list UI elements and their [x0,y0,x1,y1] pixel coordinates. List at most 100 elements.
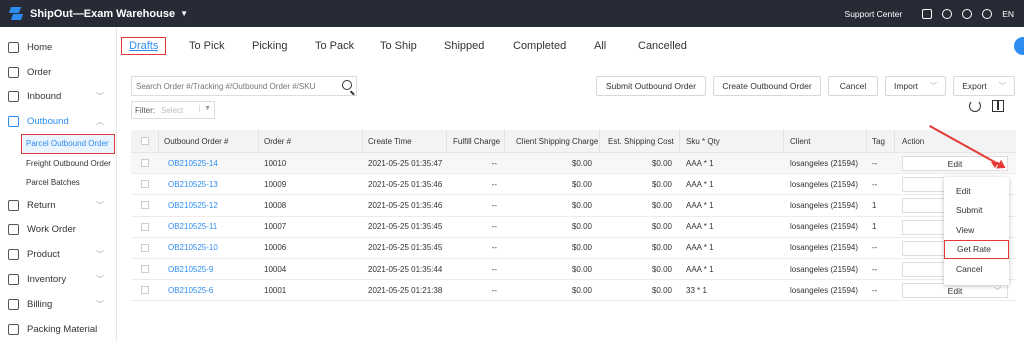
table-row: OB210525-6 10001 2021-05-25 01:21:38 -- $0.0… [131,280,1016,302]
row-action-label: Edit [947,285,963,296]
col-outbound-order[interactable]: Outbound Order # [159,130,259,152]
sidebar-item-inbound[interactable]: Inbound ﹀ [0,85,116,110]
tab-cancelled[interactable]: Cancelled [638,40,687,52]
submit-outbound-order-button[interactable]: Submit Outbound Order [596,76,706,96]
sidebar-item-home[interactable]: Home [0,35,116,60]
tab-shipped[interactable]: Shipped [444,40,484,52]
outbound-order-link[interactable]: OB210525-11 [159,217,259,237]
export-button[interactable]: Export ﹀ [953,76,1015,96]
tab-to-ship[interactable]: To Ship [380,40,417,52]
menu-item-view[interactable]: View [944,220,1009,240]
outbound-icon [8,116,19,128]
language-selector[interactable]: EN [1002,9,1014,19]
sidebar-item-order[interactable]: Order [0,60,116,85]
create-time-cell: 2021-05-25 01:35:44 [368,264,443,274]
reload-icon[interactable] [969,100,981,112]
filter-select[interactable]: Filter: Select ▼ [131,101,215,119]
import-button[interactable]: Import ﹀ [885,76,946,96]
column-settings-icon[interactable] [992,100,1004,112]
sidebar-item-work-order[interactable]: Work Order [0,217,116,242]
chevron-down-icon: ﹀ [96,92,104,102]
sidebar-item-product[interactable]: Product ﹀ [0,242,116,267]
col-order[interactable]: Order # [259,130,363,152]
outbound-order-link[interactable]: OB210525-12 [159,195,259,215]
outbound-order-link[interactable]: OB210525-10 [159,238,259,258]
warehouse-selector[interactable]: ShipOut—Exam Warehouse [30,8,175,20]
client-cell: losangeles (21594) [790,222,859,232]
col-fulfill-charge[interactable]: Fulfill Charge [447,130,505,152]
client-cell: losangeles (21594) [790,264,859,274]
row-select-cell [131,153,159,173]
row-checkbox[interactable] [141,159,149,168]
sku-qty-cell: AAA * 1 [686,243,714,253]
sidebar-subitem-parcel-outbound[interactable]: Parcel Outbound Order [21,134,115,154]
outbound-order-link[interactable]: OB210525-14 [159,153,259,173]
col-create-time[interactable]: Create Time [363,130,447,152]
menu-item-submit[interactable]: Submit [944,201,1009,221]
sidebar-item-return[interactable]: Return ﹀ [0,193,116,218]
create-time-cell: 2021-05-25 01:21:38 [368,285,443,295]
row-checkbox[interactable] [141,243,149,252]
row-action-select[interactable]: Edit ﹀ [902,283,1008,299]
menu-item-get-rate[interactable]: Get Rate [944,239,1009,259]
row-select-cell [131,280,159,300]
tab-all[interactable]: All [594,40,606,52]
menu-item-cancel[interactable]: Cancel [944,259,1009,279]
tab-picking[interactable]: Picking [252,40,287,52]
sidebar-subitem-freight-outbound[interactable]: Freight Outbound Order [0,154,116,174]
tag-cell: -- [872,243,878,253]
floating-help-button[interactable] [1014,37,1024,55]
sidebar-item-inventory[interactable]: Inventory ﹀ [0,267,116,292]
outbound-order-link[interactable]: OB210525-9 [159,259,259,279]
create-time-cell: 2021-05-25 01:35:46 [368,200,443,210]
tab-to-pick[interactable]: To Pick [189,40,224,52]
external-link-icon[interactable] [922,8,933,19]
col-client-shipping-charge[interactable]: Client Shipping Charge [505,130,600,152]
tag-cell: 1 [872,222,877,232]
sidebar-item-outbound[interactable]: Outbound ︿ [0,109,116,134]
client-cell: losangeles (21594) [790,158,859,168]
tab-to-pack[interactable]: To Pack [315,40,354,52]
home-icon [8,41,19,53]
row-checkbox[interactable] [141,222,149,231]
tab-drafts[interactable]: Drafts [121,37,167,55]
col-client[interactable]: Client [784,130,867,152]
client-cell: losangeles (21594) [790,243,859,253]
tab-completed[interactable]: Completed [513,40,566,52]
col-tag[interactable]: Tag [867,130,895,152]
refresh-icon[interactable] [942,8,953,19]
row-action-select[interactable]: Edit [902,156,1008,171]
caret-down-icon[interactable]: ▼ [180,9,188,18]
search-icon[interactable] [342,80,352,90]
user-icon[interactable] [982,8,993,19]
sidebar-subitem-parcel-batches[interactable]: Parcel Batches [0,173,116,193]
create-outbound-order-button[interactable]: Create Outbound Order [713,76,821,96]
support-center-link[interactable]: Support Center [845,9,903,19]
select-all-checkbox[interactable] [140,137,149,145]
row-checkbox[interactable] [141,201,149,210]
chevron-down-icon: ﹀ [930,83,938,90]
client-shipping-charge-cell: $0.00 [571,158,592,168]
create-time-cell: 2021-05-25 01:35:45 [368,222,443,232]
client-shipping-charge-cell: $0.00 [571,200,592,210]
sidebar-item-packing-material[interactable]: Packing Material [0,317,116,342]
order-number-cell: 10001 [264,285,287,295]
outbound-order-link[interactable]: OB210525-6 [159,280,259,300]
row-checkbox[interactable] [141,286,149,295]
search-input[interactable] [132,77,332,95]
outbound-order-link[interactable]: OB210525-13 [159,174,259,194]
shipout-logo-icon [8,6,24,22]
cancel-button[interactable]: Cancel [828,76,878,96]
row-checkbox[interactable] [141,265,149,274]
table-header: Outbound Order # Order # Create Time Ful… [131,130,1016,153]
sidebar-item-billing[interactable]: Billing ﹀ [0,292,116,317]
menu-item-edit[interactable]: Edit [944,181,1009,201]
gear-icon[interactable] [962,8,973,19]
row-checkbox[interactable] [141,180,149,189]
tag-cell: -- [872,264,878,274]
col-est-shipping-cost[interactable]: Est. Shipping Cost [600,130,680,152]
table-row: OB210525-9 10004 2021-05-25 01:35:44 -- $0.0… [131,259,1016,281]
col-sku-qty[interactable]: Sku * Qty [680,130,784,152]
fulfill-charge-cell: -- [491,200,497,210]
select-all-cell [131,130,159,152]
